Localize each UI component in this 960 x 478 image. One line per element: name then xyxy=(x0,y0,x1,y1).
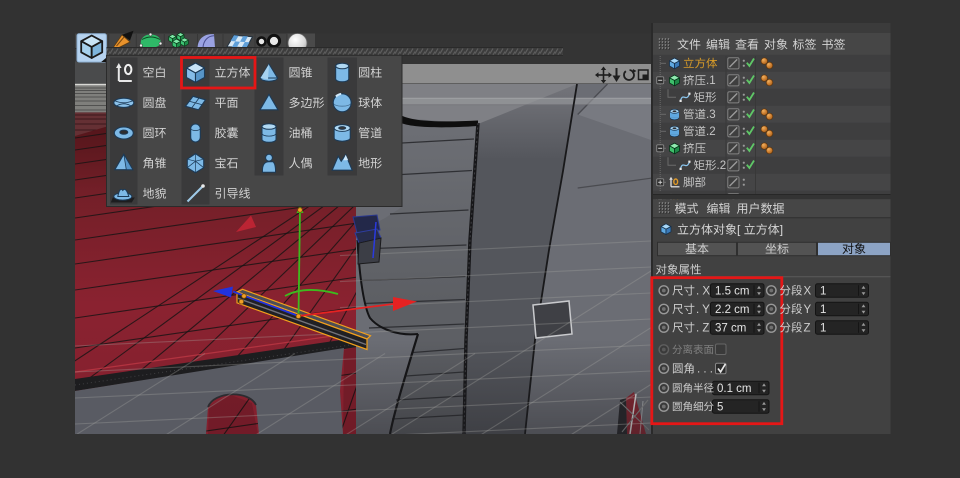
svg-text:. X: . X xyxy=(696,285,710,297)
svg-text:Y: Y xyxy=(804,304,812,316)
svg-text:37 cm: 37 cm xyxy=(715,322,746,334)
svg-text:. Y: . Y xyxy=(696,304,710,316)
svg-text:. Z: . Z xyxy=(696,322,709,334)
svg-text:5: 5 xyxy=(717,401,723,413)
svg-text:. . .: . . . xyxy=(697,363,713,375)
svg-text:2.2 cm: 2.2 cm xyxy=(715,304,750,316)
svg-text:1: 1 xyxy=(820,322,826,334)
svg-text:1: 1 xyxy=(820,285,826,297)
svg-text:.1: .1 xyxy=(706,75,716,87)
svg-text:X: X xyxy=(804,285,812,297)
svg-text:.2: .2 xyxy=(706,126,716,138)
svg-text:0.1 cm: 0.1 cm xyxy=(717,383,752,395)
svg-text:.2: .2 xyxy=(717,160,727,172)
svg-text:.3: .3 xyxy=(706,109,716,121)
svg-text:Z: Z xyxy=(804,322,811,334)
svg-text:]: ] xyxy=(780,223,783,237)
svg-text:1: 1 xyxy=(820,304,826,316)
svg-text:1.5 cm: 1.5 cm xyxy=(715,285,750,297)
